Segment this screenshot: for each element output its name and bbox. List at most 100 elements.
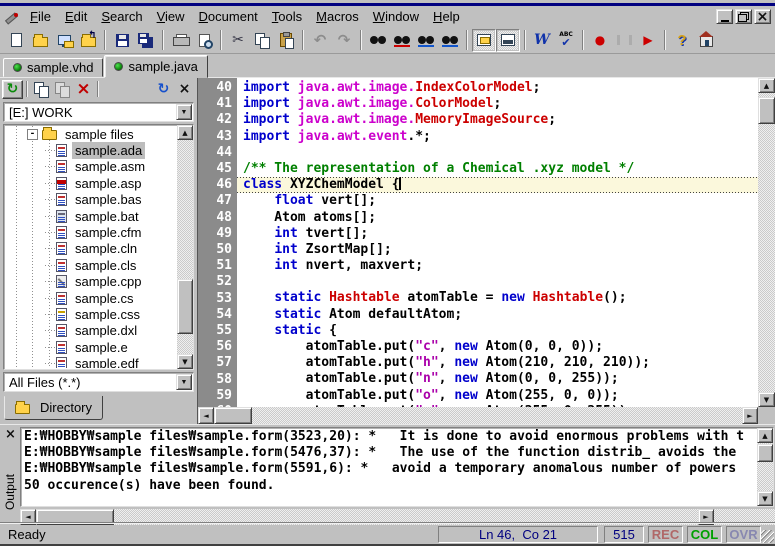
copy-button[interactable] (250, 29, 274, 52)
scrollbar-thumb[interactable] (177, 279, 193, 334)
tree-item-sample.e[interactable]: sample.e (5, 339, 176, 355)
toggle-output-window-button[interactable] (496, 29, 520, 52)
tree-item-sample.cls[interactable]: sample.cls (5, 257, 176, 273)
output-content[interactable]: E:₩HOBBY₩sample files₩sample.form(3523,2… (20, 427, 774, 507)
line-number-gutter[interactable]: 4041424344454647484950515253545556575859… (198, 78, 237, 407)
open-remote-button[interactable] (52, 29, 76, 52)
code-line-54[interactable]: static Atom defaultAtom; (237, 307, 758, 323)
move-file-button[interactable] (52, 80, 73, 99)
tree-item-sample.edf[interactable]: sample.edf (5, 355, 176, 368)
tree-item-sample.bas[interactable]: sample.bas (5, 192, 176, 208)
output-vertical-scrollbar[interactable] (757, 428, 773, 506)
close-directory-button[interactable] (174, 80, 195, 99)
chevron-down-icon[interactable] (176, 104, 192, 120)
code-line-42[interactable]: import java.awt.image.MemoryImageSource; (237, 112, 758, 128)
find-button[interactable] (366, 29, 390, 52)
menu-macros[interactable]: Macros (309, 7, 366, 26)
home-button[interactable] (694, 29, 718, 52)
menu-view[interactable]: View (150, 7, 192, 26)
tree-item-sample.cpp[interactable]: sample.cpp (5, 274, 176, 290)
print-preview-button[interactable] (192, 29, 216, 52)
scroll-up-button[interactable] (177, 125, 193, 140)
pause-macro-button[interactable] (612, 29, 636, 52)
tab-sample.vhd[interactable]: sample.vhd (3, 58, 103, 77)
undo-button[interactable] (308, 29, 332, 52)
menu-tools[interactable]: Tools (265, 7, 309, 26)
cut-button[interactable] (226, 29, 250, 52)
code-line-49[interactable]: int tvert[]; (237, 226, 758, 242)
code-line-53[interactable]: static Hashtable atomTable = new Hashtab… (237, 290, 758, 306)
output-line[interactable]: E:₩HOBBY₩sample files₩sample.form(3523,2… (24, 429, 755, 445)
code-line-51[interactable]: int nvert, maxvert; (237, 258, 758, 274)
tree-item-sample.asm[interactable]: sample.asm (5, 159, 176, 175)
tree-item-sample.ada[interactable]: sample.ada (5, 142, 176, 158)
code-line-47[interactable]: float vert[]; (237, 193, 758, 209)
code-line-56[interactable]: atomTable.put("c", new Atom(0, 0, 0)); (237, 339, 758, 355)
code-view[interactable]: import java.awt.image.IndexColorModel;im… (237, 78, 758, 407)
menu-search[interactable]: Search (94, 7, 149, 26)
scroll-up-button[interactable] (758, 78, 775, 93)
scrollbar-thumb[interactable] (214, 407, 252, 424)
open-file-button[interactable] (28, 29, 52, 52)
editor-vertical-scrollbar[interactable] (758, 78, 775, 407)
tree-item-sample.bat[interactable]: sample.bat (5, 208, 176, 224)
code-line-45[interactable]: /** The representation of a Chemical .xy… (237, 161, 758, 177)
code-line-55[interactable]: static { (237, 323, 758, 339)
scroll-right-button[interactable] (742, 407, 758, 424)
tab-directory[interactable]: Directory (4, 396, 103, 420)
copy-file-button[interactable] (31, 80, 52, 99)
tree-item-sample.asp[interactable]: sample.asp (5, 175, 176, 191)
toggle-directory-window-button[interactable] (472, 29, 496, 52)
paste-button[interactable] (274, 29, 298, 52)
code-line-46[interactable]: class XYZChemModel { (237, 177, 758, 193)
output-line[interactable]: E:₩HOBBY₩sample files₩sample.form(5476,3… (24, 445, 755, 461)
record-macro-button[interactable] (588, 29, 612, 52)
document-system-menu-icon[interactable] (3, 10, 19, 24)
code-line-57[interactable]: atomTable.put("h", new Atom(210, 210, 21… (237, 355, 758, 371)
collapse-icon[interactable]: - (27, 129, 38, 140)
save-all-button[interactable] (134, 29, 158, 52)
redo-button[interactable] (332, 29, 356, 52)
menu-edit[interactable]: Edit (58, 7, 94, 26)
code-line-52[interactable] (237, 274, 758, 290)
tree-vertical-scrollbar[interactable] (177, 125, 193, 369)
find-prev-button[interactable] (438, 29, 462, 52)
tree-folder-sample-files[interactable]: -sample files (5, 126, 176, 142)
code-line-58[interactable]: atomTable.put("n", new Atom(0, 0, 255)); (237, 371, 758, 387)
scroll-down-button[interactable] (758, 392, 775, 407)
sync-button[interactable] (2, 80, 23, 99)
code-line-59[interactable]: atomTable.put("o", new Atom(255, 0, 0)); (237, 388, 758, 404)
restore-button[interactable] (735, 9, 752, 24)
tree-item-sample.cs[interactable]: sample.cs (5, 290, 176, 306)
tab-sample.java[interactable]: sample.java (104, 55, 207, 78)
menu-document[interactable]: Document (192, 7, 265, 26)
find-next-button[interactable] (414, 29, 438, 52)
scroll-down-button[interactable] (177, 354, 193, 369)
code-line-40[interactable]: import java.awt.image.IndexColorModel; (237, 80, 758, 96)
replace-button[interactable] (390, 29, 414, 52)
close-button[interactable] (754, 9, 771, 24)
view-in-browser-button[interactable] (530, 29, 554, 52)
scroll-up-button[interactable] (757, 428, 773, 443)
output-line[interactable]: 50 occurence(s) have been found. (24, 478, 755, 494)
output-line[interactable]: E:₩HOBBY₩sample files₩sample.form(5591,6… (24, 461, 755, 477)
scroll-down-button[interactable] (757, 491, 773, 506)
tree-item-sample.dxl[interactable]: sample.dxl (5, 323, 176, 339)
chevron-down-icon[interactable] (176, 374, 192, 390)
minimize-button[interactable] (716, 9, 733, 24)
code-line-48[interactable]: Atom atoms[]; (237, 210, 758, 226)
spell-check-button[interactable] (554, 29, 578, 52)
print-button[interactable] (168, 29, 192, 52)
code-line-41[interactable]: import java.awt.image.ColorModel; (237, 96, 758, 112)
tree-item-sample.css[interactable]: sample.css (5, 306, 176, 322)
scrollbar-thumb[interactable] (757, 444, 773, 462)
drive-selector[interactable]: [E:] WORK (3, 102, 194, 122)
refresh-button[interactable] (153, 80, 174, 99)
editor-horizontal-scrollbar[interactable] (198, 407, 758, 424)
filter-selector[interactable]: All Files (*.*) (3, 372, 194, 392)
tree-item-sample.cln[interactable]: sample.cln (5, 241, 176, 257)
scrollbar-track[interactable] (758, 78, 775, 407)
resize-grip[interactable] (761, 530, 774, 543)
scroll-left-button[interactable] (198, 407, 214, 424)
scrollbar-thumb[interactable] (758, 97, 775, 124)
